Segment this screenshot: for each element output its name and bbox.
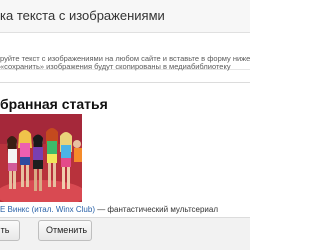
article-caption: Е Винкс (итал. Winx Club) — фантастическ… [0,205,218,214]
caption-link[interactable]: Е Винкс (итал. Winx Club) [0,205,95,214]
instructions-line-2: «сохранить» изображения будут скопирован… [0,62,231,71]
article-heading: бранная статья [0,96,108,112]
article-photo [0,114,82,202]
insert-text-dialog: ка текста с изображениями руйте текст с … [0,0,250,250]
caption-text: — фантастический мультсериал [94,205,218,214]
dialog-title-bar: ка текста с изображениями [0,0,250,33]
instructions-notice: руйте текст с изображениями на любом сай… [0,33,250,71]
insert-button[interactable]: ть [0,220,20,241]
cancel-button[interactable]: Отменить [38,220,92,241]
dialog-title: ка текста с изображениями [0,8,165,23]
